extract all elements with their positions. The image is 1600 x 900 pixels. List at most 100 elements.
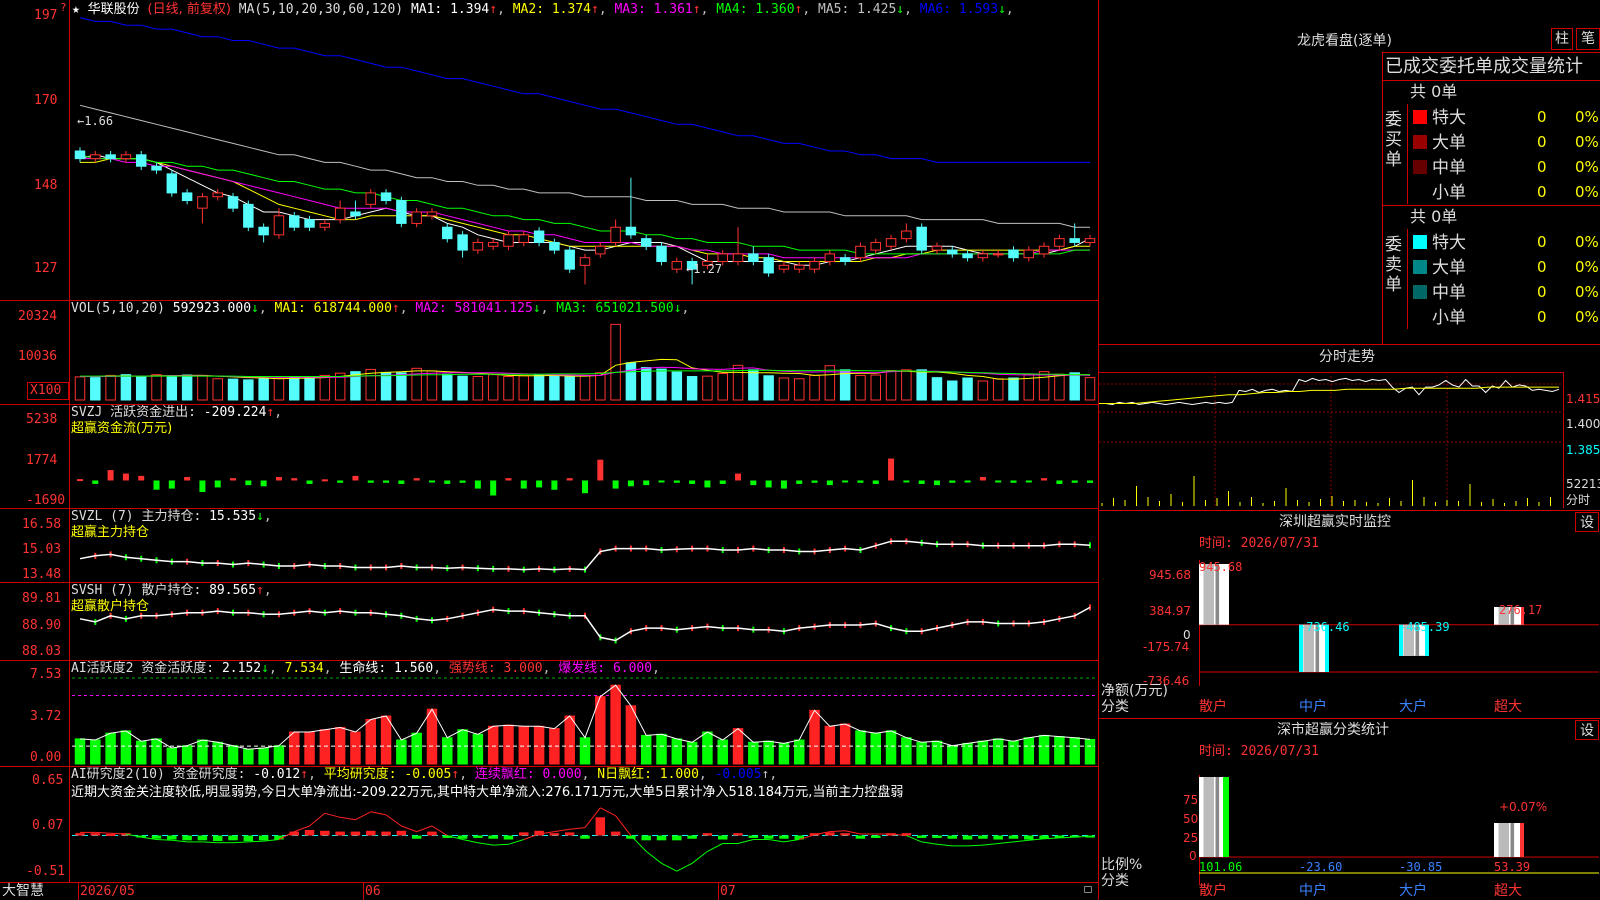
volume-bar [181, 374, 193, 401]
flow-bar [536, 480, 543, 488]
buy-row-count: 0 [1537, 133, 1547, 151]
burst-label: 爆发线: [558, 661, 606, 676]
research-bar [243, 835, 254, 842]
research-bar [197, 835, 208, 841]
candle-body [105, 154, 116, 160]
flow-bar [337, 480, 344, 483]
kline-chart-svg[interactable] [0, 0, 1098, 900]
activity-bar [686, 741, 698, 765]
candle-body [947, 249, 958, 255]
chart-area[interactable]: ★ 华联股份 (日线, 前复权) MA(5,10,20,30,60,120) M… [0, 0, 1098, 900]
flow-bar [413, 478, 420, 481]
research-bar [717, 835, 728, 840]
flow-bar [107, 470, 114, 481]
flow-bar [184, 477, 191, 481]
flow-bar [245, 480, 252, 486]
cls-settings-button[interactable]: 设 [1575, 720, 1599, 740]
flow-bar [260, 480, 267, 487]
intraday-chart[interactable] [1099, 372, 1564, 508]
volume-bar [839, 369, 851, 401]
sz-settings-button[interactable]: 设 [1575, 512, 1599, 532]
research-tick-mid: 0.07 [32, 818, 64, 833]
pillar-button[interactable]: 柱 [1551, 28, 1573, 50]
candle-body [472, 241, 484, 251]
star-icon[interactable]: ★ [72, 2, 80, 17]
svsh-tick-top: 89.81 [22, 591, 62, 606]
cls-cat-2: 中户 [1299, 883, 1327, 899]
research-line [340, 816, 356, 821]
cls-val-4: 53.39 [1494, 860, 1531, 874]
cls-val-2: -23.60 [1299, 860, 1343, 874]
ma-item-1: MA1: 1.394 [410, 2, 490, 17]
lock-icon[interactable] [1084, 886, 1092, 893]
candle-body [855, 245, 866, 259]
activity-bar [487, 725, 499, 765]
research-bar [473, 835, 483, 838]
activity-bar [304, 731, 315, 765]
activity-bar [442, 737, 453, 765]
candle-body [625, 226, 637, 236]
activity-bar [1038, 734, 1050, 765]
volume-bar [625, 362, 637, 401]
svsh-sub: 超赢散户持仓 [71, 599, 150, 614]
activity-bar [319, 729, 331, 765]
research-bar [672, 835, 682, 841]
period-label[interactable]: (日线, 前复权) [148, 2, 231, 17]
volume-bar [151, 374, 162, 401]
research-bar [748, 835, 759, 838]
volume-bar [855, 374, 866, 401]
research-bar [182, 835, 192, 841]
research-line [95, 831, 111, 834]
svzl-tick-mid: 15.03 [22, 542, 62, 557]
ma-line-ma6 [79, 17, 1090, 163]
activity-tick-bot: 0.00 [30, 750, 62, 765]
flow-bar [444, 480, 451, 484]
ma-arrow-3: ↑ [692, 2, 701, 17]
svsh-value: 89.565 [209, 583, 257, 598]
volume-bar [610, 323, 621, 401]
svzj-tick-mid: 1774 [26, 453, 58, 468]
candle-body [365, 192, 377, 205]
volume-bar [304, 376, 315, 401]
svzj-value: -209.224 [203, 405, 267, 420]
ma-arrow-2: ↑ [591, 2, 599, 17]
life-value: 1.560 [394, 661, 434, 676]
buy-side-divider [1407, 104, 1408, 204]
retail-holding-line [79, 606, 1091, 642]
research-bar [656, 835, 667, 841]
candle-body [74, 150, 86, 160]
activity-bar [977, 740, 989, 765]
research-bar [411, 835, 422, 839]
nred-label: N日飘红: [597, 767, 652, 782]
volume-bar [503, 376, 514, 401]
flow-bar [826, 480, 833, 486]
sz-divider [1099, 510, 1600, 511]
cls-tick-1: 50 [1183, 812, 1199, 826]
ma-item-6: MA6: 1.593 [919, 2, 999, 17]
volume-bar [396, 372, 407, 401]
activity-header: AI活跃度2 资金活跃度: 2.152↓, 7.534, 生命线: 1.560,… [71, 661, 660, 676]
volume-bar [579, 374, 591, 401]
ma-arrow-1: ↑ [489, 2, 498, 17]
volume-bar [640, 367, 652, 401]
sz-val-3: -485.39 [1399, 620, 1450, 634]
volume-bar [442, 373, 453, 401]
flow-bar [1071, 480, 1078, 483]
research-bar [580, 835, 590, 839]
activity-bar [809, 709, 820, 765]
flow-bar [1041, 478, 1048, 481]
cls-bar-edge [1520, 823, 1524, 857]
volume-bar [931, 377, 943, 401]
research-comment: 近期大资金关注度较低,明显弱势,今日大单净流出:-209.22万元,其中特大单净… [71, 785, 904, 800]
volume-bar [1084, 377, 1096, 401]
research-bar [947, 835, 958, 839]
intraday-tick-2: 1.400 [1566, 417, 1600, 431]
high-annotation: ←1.66 [77, 114, 114, 128]
volume-bar [564, 376, 575, 401]
activity-bar [105, 732, 116, 765]
research-bar [840, 833, 850, 836]
tick-button[interactable]: 笔 [1576, 28, 1600, 50]
activity-bar [916, 741, 927, 765]
activity-bar [74, 738, 86, 765]
research-bar [779, 835, 789, 839]
